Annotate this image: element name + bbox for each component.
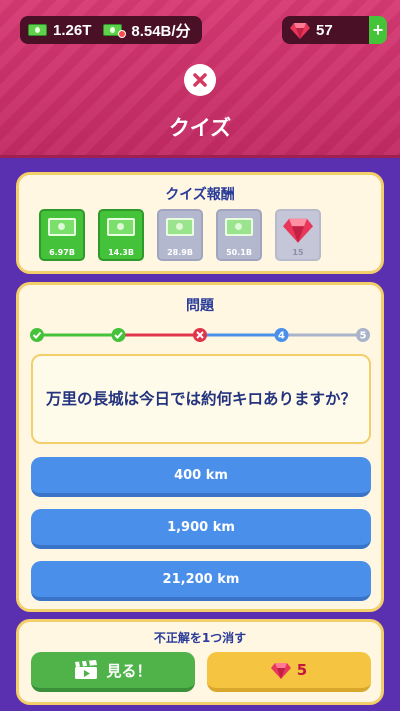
cash-rate-icon <box>103 23 127 38</box>
question-progress: 45 <box>29 327 371 343</box>
gem-icon <box>270 662 291 679</box>
gem-icon <box>283 218 313 243</box>
progress-step-3 <box>193 328 207 342</box>
reward-item: 50.1B <box>216 209 262 261</box>
rewards-card: クイズ報酬 6.97B 14.3B 28.9B 50.1B 15 <box>16 172 384 274</box>
cash-icon <box>166 218 194 236</box>
close-icon <box>193 73 207 87</box>
reward-value: 6.97B <box>49 248 75 257</box>
answer-option-2[interactable]: 1,900 km <box>31 509 371 549</box>
reward-item: 14.3B <box>98 209 144 261</box>
reward-item: 6.97B <box>39 209 85 261</box>
hint-card: 不正解を1つ消す 見る！ 5 <box>16 619 384 705</box>
watch-label: 見る！ <box>106 661 152 680</box>
reward-value: 14.3B <box>108 248 134 257</box>
cash-icon <box>225 218 253 236</box>
watch-ad-button[interactable]: 見る！ <box>31 652 195 692</box>
progress-step-1 <box>30 328 44 342</box>
page-title: クイズ <box>168 116 232 140</box>
step-number: 5 <box>360 331 367 342</box>
add-gems-button[interactable]: + <box>369 16 387 44</box>
reward-item: 28.9B <box>157 209 203 261</box>
clapperboard-icon <box>75 660 98 679</box>
progress-step-2 <box>111 328 126 342</box>
gem-display: 57 + <box>282 16 387 44</box>
reward-list: 6.97B 14.3B 28.9B 50.1B 15 <box>39 209 321 261</box>
gem-count: 57 <box>316 21 333 39</box>
close-button[interactable] <box>184 64 216 96</box>
gem-cost: 5 <box>296 661 308 679</box>
reward-item: 15 <box>275 209 321 261</box>
quiz-card: 問題 45 万里の長城は今日では約何キロありますか？ 400 km 1,900 … <box>16 282 384 612</box>
reward-value: 28.9B <box>167 248 193 257</box>
reward-value: 50.1B <box>226 248 252 257</box>
progress-step-5: 5 <box>356 328 370 342</box>
reward-value: 15 <box>292 248 304 257</box>
answer-option-3[interactable]: 21,200 km <box>31 561 371 601</box>
header-bar: 1.26T 8.54B/分 57 + クイズ <box>0 0 400 158</box>
rewards-title: クイズ報酬 <box>165 187 235 203</box>
cash-icon <box>107 218 135 236</box>
gem-hint-button[interactable]: 5 <box>207 652 371 692</box>
cash-total: 1.26T <box>53 21 92 39</box>
question-text: 万里の長城は今日では約何キロありますか？ <box>31 354 371 444</box>
cash-icon <box>28 24 47 36</box>
cash-display: 1.26T 8.54B/分 <box>20 16 202 44</box>
question-header: 問題 <box>186 298 214 314</box>
hint-title: 不正解を1つ消す <box>153 631 247 645</box>
gem-icon <box>290 22 310 39</box>
cash-icon <box>48 218 76 236</box>
step-number: 4 <box>278 331 285 342</box>
answer-option-1[interactable]: 400 km <box>31 457 371 497</box>
progress-step-4: 4 <box>274 328 289 342</box>
cash-rate: 8.54B/分 <box>131 22 191 40</box>
